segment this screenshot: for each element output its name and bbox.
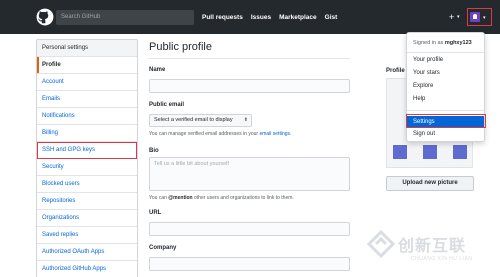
- identicon-block: [453, 145, 467, 159]
- nav-marketplace[interactable]: Marketplace: [279, 10, 317, 25]
- sidebar-item-authorized-oauth-apps[interactable]: Authorized OAuth Apps: [37, 244, 137, 261]
- name-field[interactable]: [149, 79, 350, 93]
- company-label: Company: [149, 245, 177, 251]
- sidebar-heading: Personal settings: [37, 40, 137, 57]
- sidebar-item-profile[interactable]: Profile: [37, 57, 137, 74]
- dropdown-item-your-stars[interactable]: Your stars: [413, 70, 440, 76]
- title-divider: [149, 58, 350, 59]
- url-field[interactable]: [149, 222, 350, 236]
- nav-pull-requests[interactable]: Pull requests: [202, 10, 243, 25]
- identicon-block: [423, 145, 437, 159]
- user-menu-button[interactable]: ▾: [467, 8, 492, 26]
- upload-new-picture-button[interactable]: Upload new picture: [386, 176, 474, 191]
- nav-issues[interactable]: Issues: [251, 10, 271, 25]
- settings-highlight-outline: [406, 114, 486, 128]
- github-logo-icon[interactable]: [36, 8, 54, 26]
- watermark-text: 创新互联: [398, 238, 467, 255]
- bio-label: Bio: [149, 148, 159, 154]
- sidebar-item-emails[interactable]: Emails: [37, 91, 137, 108]
- public-email-select-value: Select a verified email to display: [154, 117, 233, 123]
- public-email-label: Public email: [149, 102, 185, 108]
- dropdown-item-sign-out[interactable]: Sign out: [413, 131, 435, 137]
- url-label: URL: [149, 210, 162, 216]
- dropdown-item-explore[interactable]: Explore: [413, 83, 433, 89]
- sidebar-item-repositories[interactable]: Repositories: [37, 193, 137, 210]
- email-note: You can manage verified email addresses …: [149, 131, 292, 137]
- nav-gist[interactable]: Gist: [325, 10, 338, 25]
- sidebar-item-account[interactable]: Account: [37, 74, 137, 91]
- sidebar-item-authorized-github-apps[interactable]: Authorized GitHub Apps: [37, 261, 137, 277]
- public-email-select[interactable]: Select a verified email to display ⬍: [149, 114, 252, 127]
- search-input[interactable]: Search GitHub: [56, 10, 194, 25]
- plus-icon[interactable]: +: [449, 11, 454, 23]
- sidebar-item-saved-replies[interactable]: Saved replies: [37, 227, 137, 244]
- plus-caret-icon[interactable]: ▾: [457, 11, 460, 23]
- watermark-subtext: CHUANG XIN HU LIAN: [411, 256, 473, 262]
- identicon-block: [393, 145, 407, 159]
- dropdown-item-help[interactable]: Help: [413, 96, 425, 102]
- bio-textarea[interactable]: Tell us a little bit about yourself: [149, 157, 350, 191]
- settings-sidebar: Personal settings Profile Account Emails…: [36, 39, 138, 277]
- select-arrows-icon: ⬍: [243, 117, 248, 123]
- email-settings-link[interactable]: email settings: [259, 131, 290, 137]
- page-title: Public profile: [149, 41, 212, 53]
- dropdown-item-your-profile[interactable]: Your profile: [413, 57, 443, 63]
- bio-note: You can @mention other users and organiz…: [149, 195, 294, 201]
- sidebar-item-blocked-users[interactable]: Blocked users: [37, 176, 137, 193]
- sidebar-item-notifications[interactable]: Notifications: [37, 108, 137, 125]
- watermark-logo-icon: [367, 230, 395, 258]
- signed-in-as: Signed in as mghxy123: [413, 40, 472, 46]
- bio-placeholder: Tell us a little bit about yourself: [154, 161, 229, 167]
- sidebar-item-security[interactable]: Security: [37, 159, 137, 176]
- sidebar-item-organizations[interactable]: Organizations: [37, 210, 137, 227]
- company-field[interactable]: [149, 257, 350, 271]
- dropdown-divider: [407, 52, 484, 53]
- name-label: Name: [149, 67, 166, 73]
- avatar-caret-icon[interactable]: ▾: [483, 12, 486, 24]
- sidebar-item-ssh-gpg-keys[interactable]: SSH and GPG keys: [37, 142, 137, 159]
- avatar[interactable]: [470, 12, 480, 22]
- username: mghxy123: [444, 40, 472, 46]
- sidebar-item-billing[interactable]: Billing: [37, 125, 137, 142]
- top-navigation-bar: Search GitHub Pull requests Issues Marke…: [0, 0, 500, 34]
- dropdown-divider: [407, 110, 484, 111]
- top-nav-links: Pull requests Issues Marketplace Gist: [202, 10, 337, 25]
